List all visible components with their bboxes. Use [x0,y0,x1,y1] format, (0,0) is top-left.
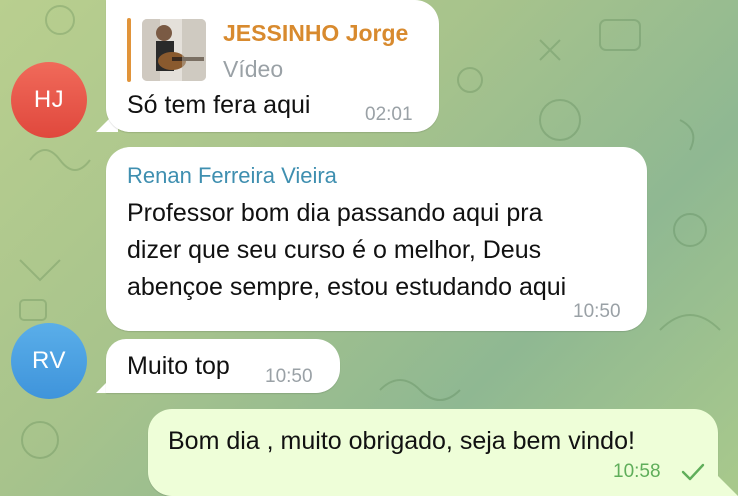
message-bubble-2[interactable]: Renan Ferreira Vieira Professor bom dia … [106,147,647,331]
message-bubble-outgoing[interactable]: Bom dia , muito obrigado, seja bem vindo… [148,409,718,496]
message-bubble-1[interactable]: JESSINHO Jorge Vídeo Só tem fera aqui 02… [106,0,439,132]
message-text: Bom dia , muito obrigado, seja bem vindo… [168,427,635,455]
message-bubble-3[interactable]: Muito top 10:50 [106,339,340,393]
avatar-initials: HJ [33,86,65,113]
message-text: Só tem fera aqui [127,91,311,119]
message-text-line: Professor bom dia passando aqui pra [127,199,543,227]
avatar[interactable]: RV [11,323,87,399]
reply-accent-bar [127,18,131,82]
message-text: Muito top [127,352,230,380]
message-time: 10:58 [613,461,661,482]
message-text-line: dizer que seu curso é o melhor, Deus [127,236,542,264]
message-text-line: abençoe sempre, estou estudando aqui [127,273,567,301]
message-time: 02:01 [365,104,413,125]
avatar-initials: RV [32,347,66,374]
message-time: 10:50 [573,301,621,322]
message-text: Professor bom dia passando aqui pra dize… [127,195,566,306]
sender-name: Renan Ferreira Vieira [127,163,337,188]
message-time: 10:50 [265,366,313,387]
reply-author: JESSINHO Jorge [223,20,409,46]
bubble-tail [716,474,738,496]
guitar-thumbnail-icon [142,19,206,81]
reply-media-type: Vídeo [223,56,284,82]
single-check-icon [681,463,705,481]
avatar[interactable]: HJ [11,62,87,138]
video-thumbnail[interactable] [142,19,206,81]
